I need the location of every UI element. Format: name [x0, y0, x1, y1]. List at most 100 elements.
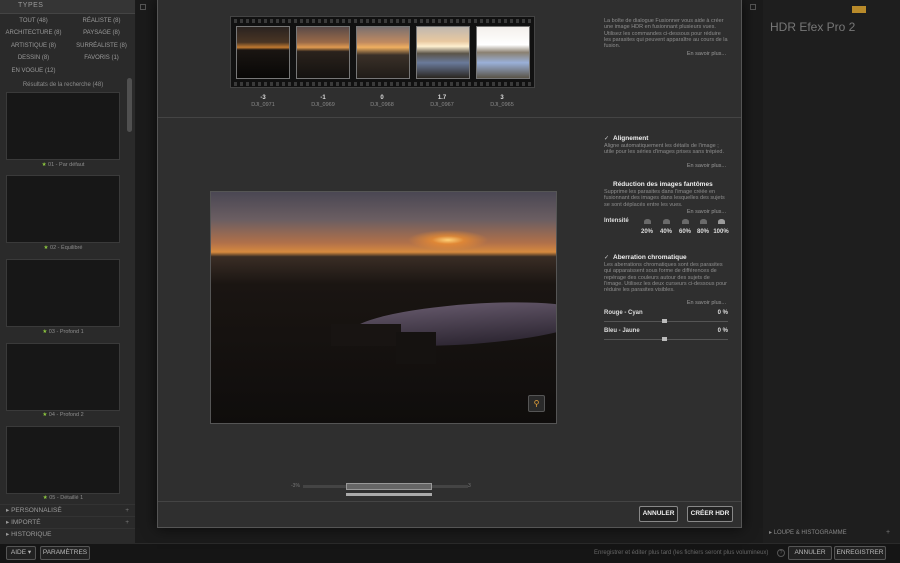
preset-label: ★ 05 - Détaillé 1 [42, 495, 84, 501]
divider [158, 501, 741, 502]
exposure-value: -1 [320, 95, 326, 101]
red-cyan-label: Rouge - Cyan [604, 310, 643, 316]
exposure-value: 3 [500, 95, 504, 101]
exposure-range-selection[interactable] [346, 483, 432, 490]
help-icon[interactable]: ? [777, 549, 785, 557]
red-cyan-value: 0 % [717, 310, 728, 316]
intensity-level: 20% [640, 229, 653, 235]
exposure-range-handle[interactable] [346, 493, 432, 496]
preset-thumbnail[interactable] [6, 92, 120, 160]
results-title: Résultats de la recherche (48) [22, 82, 104, 88]
loupe-histogram-section[interactable]: ▸ LOUPE & HISTOGRAMME [769, 529, 847, 536]
help-button[interactable]: AIDE ▾ [6, 546, 36, 560]
exposure-filename: DJI_0971 [251, 102, 275, 108]
learn-more-link[interactable]: En savoir plus... [656, 209, 726, 215]
blue-yellow-slider-handle[interactable] [662, 337, 667, 341]
section-custom[interactable]: ▸ PERSONNALISÉ + [0, 504, 135, 516]
section-history[interactable]: ▸ HISTORIQUE [0, 528, 135, 540]
preset-thumbnail[interactable] [6, 175, 120, 243]
type-filter-surreal[interactable]: SURRÉALISTE (8) [68, 40, 135, 52]
red-cyan-slider-handle[interactable] [662, 319, 667, 323]
chromatic-aberration-description: Les aberrations chromatiques sont des pa… [604, 262, 728, 294]
intensity-60-radio[interactable] [682, 219, 689, 224]
create-hdr-button[interactable]: CRÉER HDR [687, 506, 733, 522]
preview-building [396, 332, 436, 364]
preset-label: ★ 03 - Profond 1 [42, 329, 84, 335]
merge-dialog: -3 DJI_0971 -1 DJI_0969 0 DJI_0968 1.7 D… [157, 0, 742, 528]
type-filter-artistic[interactable]: ARTISTIQUE (8) [0, 40, 67, 52]
film-sprocket [234, 82, 531, 86]
exposure-filename: DJI_0967 [430, 102, 454, 108]
intensity-level: 60% [678, 229, 691, 235]
preset-scrollbar[interactable] [127, 78, 132, 132]
intensity-level: 100% [713, 229, 729, 235]
section-imported[interactable]: ▸ IMPORTÉ + [0, 516, 135, 528]
alignment-description: Aligne automatiquement les détails de l'… [604, 143, 724, 156]
right-sidebar: HDR Efex Pro 2 [763, 0, 900, 543]
exposure-filename: DJI_0968 [370, 102, 394, 108]
types-header-label: TYPES [18, 2, 44, 9]
alignment-checkbox[interactable]: ✓ [604, 136, 610, 142]
type-filter-all[interactable]: TOUT (48) [0, 15, 67, 27]
range-low-label: -3% [291, 483, 300, 489]
expand-icon[interactable]: + [886, 529, 890, 536]
window-corner-icon [140, 4, 146, 10]
red-cyan-row: Rouge - Cyan 0 % [604, 310, 728, 316]
exposure-value: 0 [380, 95, 384, 101]
learn-more-link[interactable]: En savoir plus... [656, 163, 726, 169]
learn-more-link[interactable]: En savoir plus... [656, 51, 726, 57]
hdr-preview-image [210, 191, 557, 424]
type-filter-realistic[interactable]: RÉALISTE (8) [68, 15, 135, 27]
merge-help-text: La boîte de dialogue Fusionner vous aide… [604, 18, 728, 50]
preset-thumbnail[interactable] [6, 259, 120, 327]
exposure-thumb[interactable] [236, 26, 290, 79]
save-hint-text: Enregistrer et éditer plus tard (les fic… [594, 550, 769, 556]
type-filter-landscape[interactable]: PAYSAGE (8) [68, 27, 135, 39]
type-filter-trending[interactable]: EN VOGUE (12) [0, 65, 67, 77]
exposure-thumb[interactable] [476, 26, 530, 79]
intensity-20-radio[interactable] [644, 219, 651, 224]
exposure-thumb[interactable] [296, 26, 350, 79]
exposure-thumb[interactable] [356, 26, 410, 79]
type-filter-architecture[interactable]: ARCHITECTURE (8) [0, 27, 67, 39]
ghost-reduction-description: Supprime les parasites dans l'image créé… [604, 189, 725, 208]
chromatic-aberration-checkbox[interactable]: ✓ [604, 255, 610, 261]
bottom-bar: AIDE ▾ PARAMÈTRES Enregistrer et éditer … [0, 543, 900, 563]
exposure-thumb[interactable] [416, 26, 470, 79]
ghost-reduction-checkbox[interactable] [604, 182, 610, 188]
intensity-40-radio[interactable] [663, 219, 670, 224]
settings-button[interactable]: PARAMÈTRES [40, 546, 90, 560]
preset-thumbnail[interactable] [6, 426, 120, 494]
intensity-80-radio[interactable] [700, 219, 707, 224]
intensity-100-radio[interactable] [718, 219, 725, 224]
intensity-label: Intensité [604, 218, 629, 224]
intensity-level: 80% [696, 229, 709, 235]
preset-label: ★ 04 - Profond 2 [42, 412, 84, 418]
preset-label: ★ 02 - Équilibré [43, 245, 83, 251]
types-header[interactable]: TYPES [0, 0, 135, 14]
learn-more-link[interactable]: En savoir plus... [656, 300, 726, 306]
blue-yellow-row: Bleu - Jaune 0 % [604, 328, 728, 334]
exposure-filmstrip [230, 16, 535, 88]
save-button[interactable]: ENREGISTRER [834, 546, 886, 560]
ghost-reduction-title: Réduction des images fantômes [613, 181, 713, 188]
blue-yellow-value: 0 % [717, 328, 728, 334]
intensity-level: 40% [659, 229, 672, 235]
exposure-filename: DJI_0965 [490, 102, 514, 108]
preset-thumbnail[interactable] [6, 343, 120, 411]
exposure-filename: DJI_0969 [311, 102, 335, 108]
zoom-icon[interactable]: ⚲ [528, 395, 545, 412]
type-filter-favorites[interactable]: FAVORIS (1) [68, 52, 135, 64]
cancel-button[interactable]: ANNULER [788, 546, 832, 560]
left-sidebar: TYPES TOUT (48) RÉALISTE (8) ARCHITECTUR… [0, 0, 135, 543]
exposure-value: 1.7 [437, 95, 447, 101]
brand-badge-icon [852, 6, 892, 14]
window-corner-icon [750, 4, 756, 10]
divider [158, 117, 741, 118]
preset-label: ★ 01 - Par défaut [41, 162, 85, 168]
preview-building [331, 324, 401, 346]
cancel-button[interactable]: ANNULER [639, 506, 678, 522]
exposure-value: -3 [260, 95, 266, 101]
type-filter-drawing[interactable]: DESSIN (8) [0, 52, 67, 64]
alignment-title: Alignement [613, 135, 649, 142]
